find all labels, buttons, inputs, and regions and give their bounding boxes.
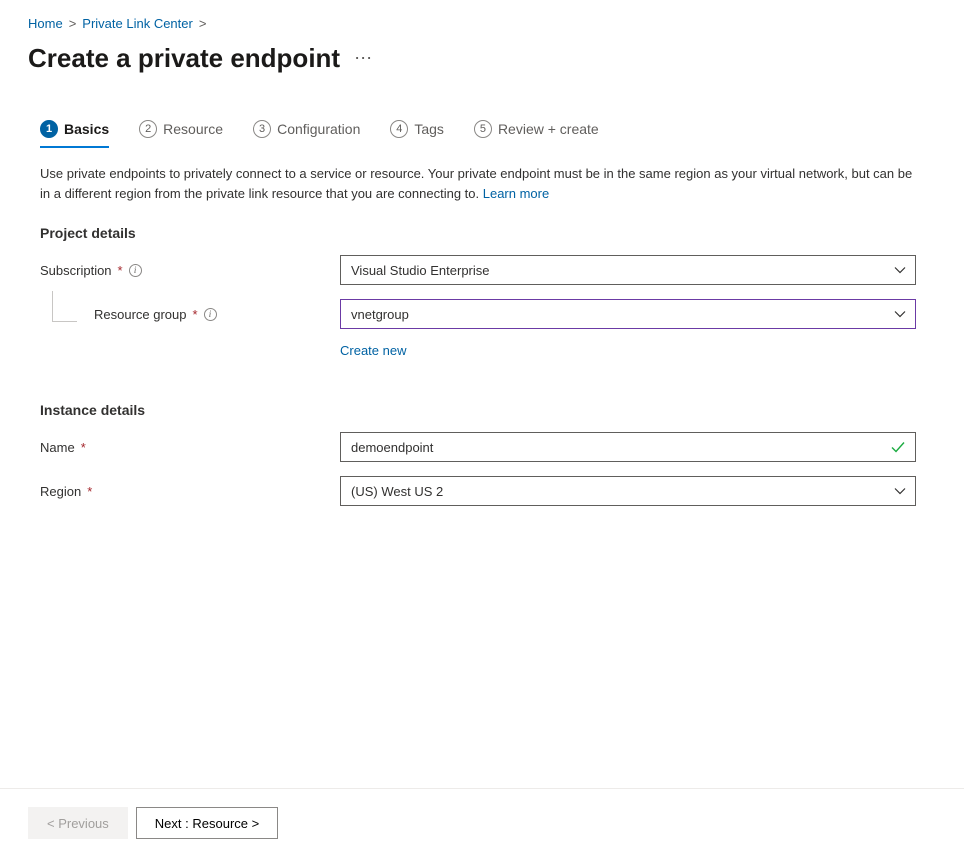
- tab-label: Tags: [414, 121, 444, 137]
- section-project-details: Project details: [40, 225, 924, 241]
- section-instance-details: Instance details: [40, 402, 924, 418]
- tab-label: Basics: [64, 121, 109, 137]
- step-number: 3: [253, 120, 271, 138]
- tab-configuration[interactable]: 3 Configuration: [253, 120, 360, 146]
- more-icon[interactable]: ⋯: [354, 48, 373, 69]
- required-star-icon: *: [87, 484, 92, 499]
- step-number: 4: [390, 120, 408, 138]
- subscription-select[interactable]: Visual Studio Enterprise: [340, 255, 916, 285]
- description-text: Use private endpoints to privately conne…: [40, 164, 924, 203]
- required-star-icon: *: [81, 440, 86, 455]
- breadcrumb-private-link-center[interactable]: Private Link Center: [82, 16, 193, 31]
- page-title: Create a private endpoint: [28, 43, 340, 74]
- step-number: 2: [139, 120, 157, 138]
- tab-resource[interactable]: 2 Resource: [139, 120, 223, 146]
- tab-tags[interactable]: 4 Tags: [390, 120, 444, 146]
- tab-label: Configuration: [277, 121, 360, 137]
- select-value: vnetgroup: [351, 307, 409, 322]
- chevron-right-icon: >: [199, 16, 207, 31]
- breadcrumb-home[interactable]: Home: [28, 16, 63, 31]
- info-icon[interactable]: i: [204, 308, 217, 321]
- region-select[interactable]: (US) West US 2: [340, 476, 916, 506]
- tab-review-create[interactable]: 5 Review + create: [474, 120, 599, 146]
- learn-more-link[interactable]: Learn more: [483, 186, 549, 201]
- tab-label: Review + create: [498, 121, 599, 137]
- chevron-right-icon: >: [69, 16, 77, 31]
- info-icon[interactable]: i: [129, 264, 142, 277]
- required-star-icon: *: [193, 307, 198, 322]
- create-new-link[interactable]: Create new: [340, 343, 406, 358]
- breadcrumb: Home > Private Link Center >: [28, 16, 936, 31]
- label-subscription: Subscription * i: [40, 263, 340, 278]
- input-value: demoendpoint: [351, 440, 433, 455]
- label-region: Region *: [40, 484, 340, 499]
- label-resource-group: Resource group * i: [40, 307, 340, 322]
- tab-basics[interactable]: 1 Basics: [40, 120, 109, 148]
- select-value: (US) West US 2: [351, 484, 443, 499]
- next-button[interactable]: Next : Resource >: [136, 807, 278, 839]
- name-input[interactable]: demoendpoint: [340, 432, 916, 462]
- select-value: Visual Studio Enterprise: [351, 263, 490, 278]
- resource-group-select[interactable]: vnetgroup: [340, 299, 916, 329]
- step-number: 5: [474, 120, 492, 138]
- previous-button: < Previous: [28, 807, 128, 839]
- wizard-tabs: 1 Basics 2 Resource 3 Configuration 4 Ta…: [40, 120, 924, 146]
- label-name: Name *: [40, 440, 340, 455]
- step-number: 1: [40, 120, 58, 138]
- checkmark-icon: [890, 439, 906, 455]
- wizard-footer: < Previous Next : Resource >: [0, 788, 964, 857]
- required-star-icon: *: [118, 263, 123, 278]
- tab-label: Resource: [163, 121, 223, 137]
